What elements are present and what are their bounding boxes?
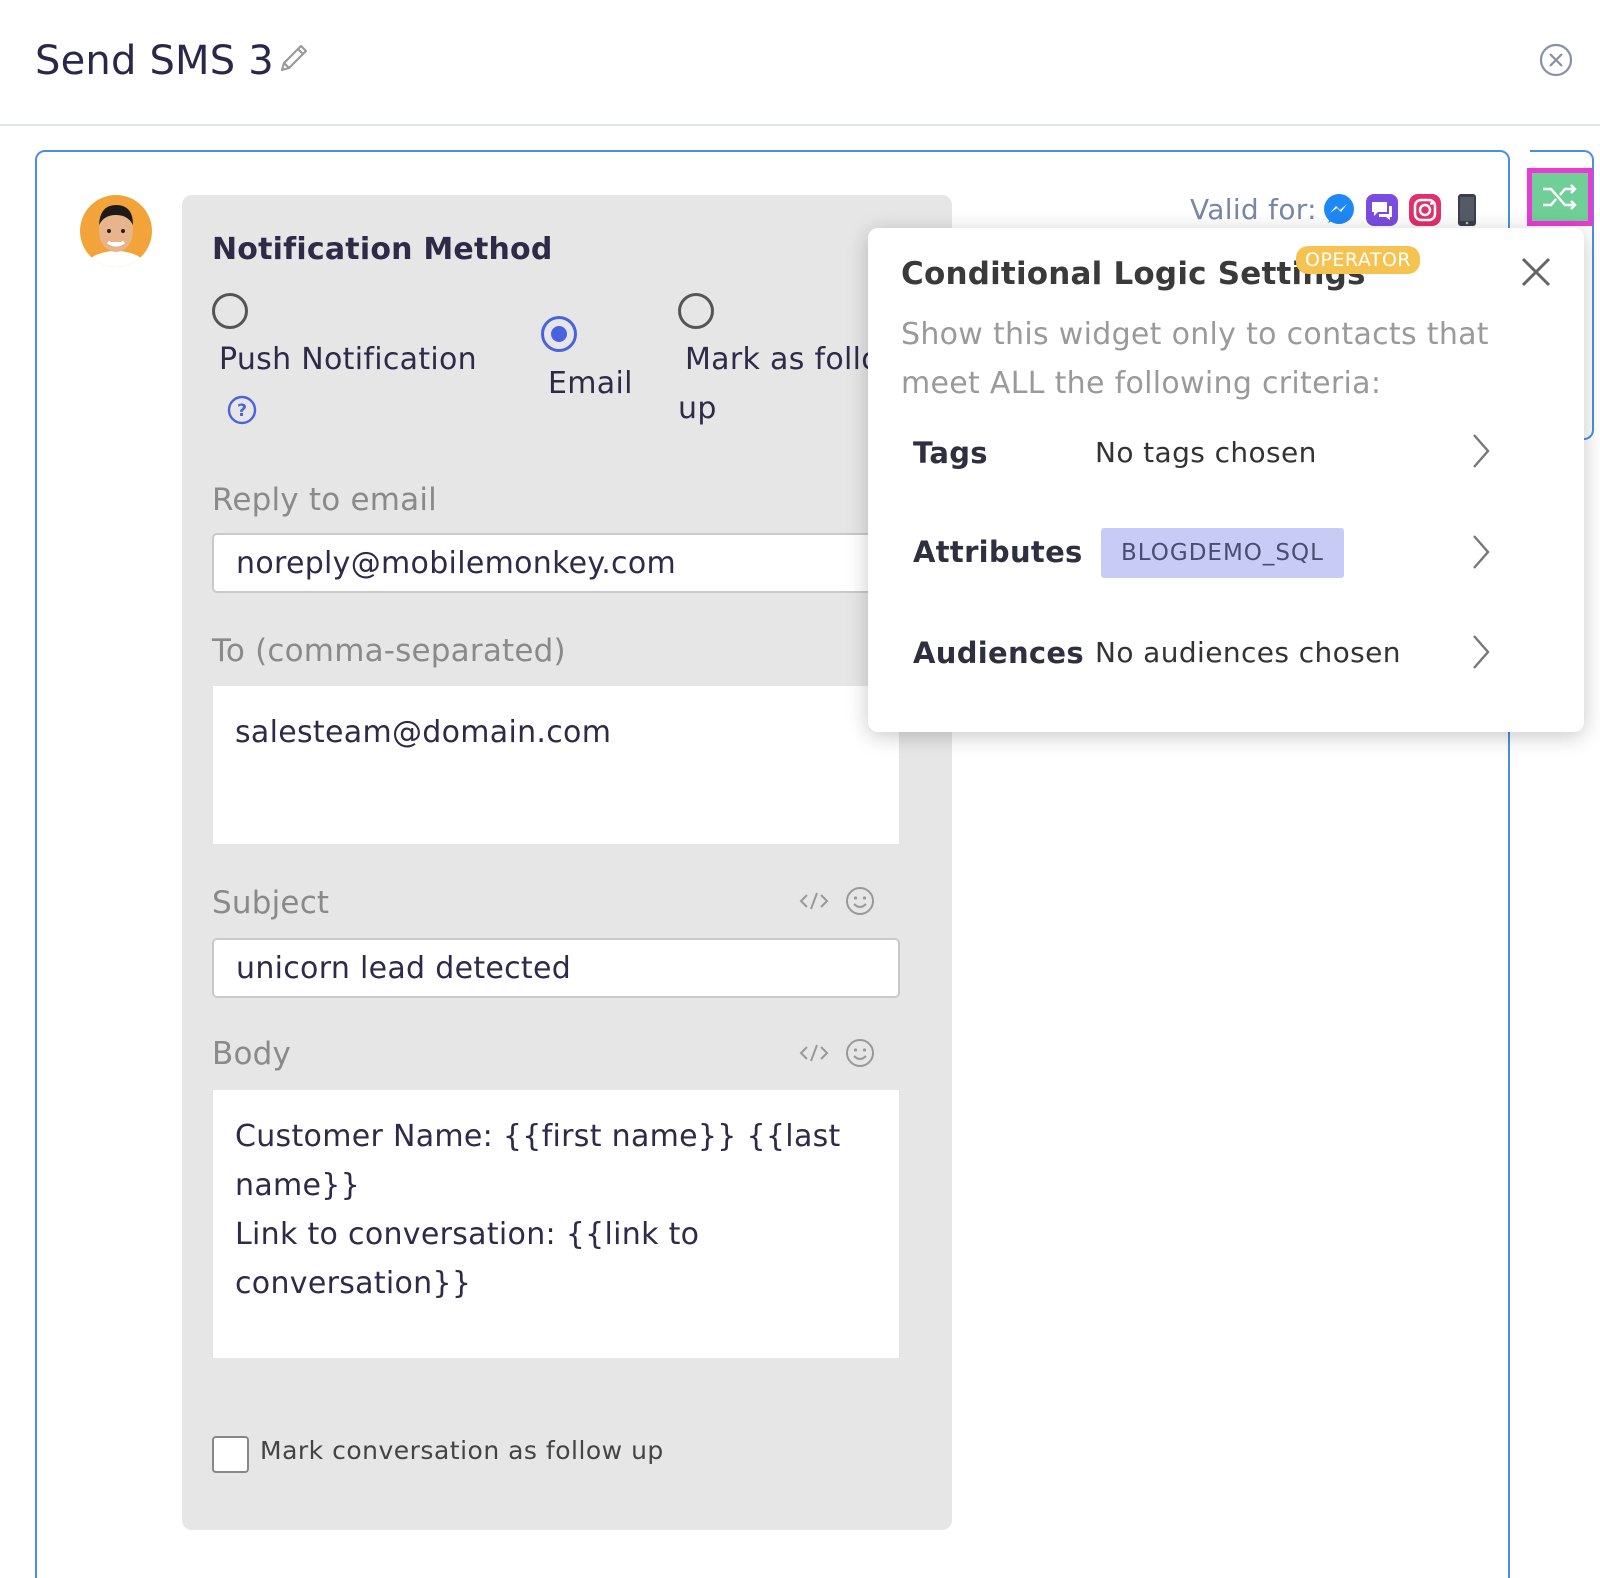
tags-value[interactable]: No tags chosen — [1095, 436, 1317, 469]
close-icon[interactable] — [1538, 42, 1574, 78]
body-line: conversation}} — [235, 1266, 472, 1301]
page-title: Send SMS 3 — [35, 38, 274, 84]
follow-up-checkbox[interactable] — [212, 1436, 249, 1473]
attributes-label: Attributes — [913, 535, 1083, 569]
messenger-icon — [1324, 194, 1354, 224]
popover-description: Show this widget only to contacts that m… — [901, 317, 1489, 401]
tags-label: Tags — [913, 436, 988, 470]
valid-for-label: Valid for: — [1190, 193, 1317, 226]
radio-label-mark-follow-up: Mark as follo — [685, 342, 880, 377]
attribute-chip[interactable]: BLOGDEMO_SQL — [1101, 528, 1344, 578]
conditional-logic-popover: Conditional Logic Settings OPERATOR Show… — [868, 228, 1584, 732]
follow-up-checkbox-label: Mark conversation as follow up — [260, 1436, 664, 1465]
emoji-icon[interactable] — [843, 884, 877, 918]
radio-email[interactable] — [541, 316, 577, 352]
body-line: Customer Name: {{first name}} {{last — [235, 1119, 841, 1154]
reply-to-email-input[interactable]: noreply@mobilemonkey.com — [212, 533, 900, 593]
close-icon[interactable] — [1518, 254, 1554, 290]
instagram-icon — [1409, 194, 1441, 226]
reply-to-label: Reply to email — [212, 482, 437, 518]
chat-icon — [1366, 194, 1398, 226]
to-label: To (comma-separated) — [212, 633, 566, 669]
radio-label-push: Push Notification — [219, 342, 477, 377]
operator-badge: OPERATOR — [1296, 246, 1421, 274]
radio-push-notification[interactable] — [212, 293, 248, 329]
audiences-label: Audiences — [913, 636, 1084, 670]
subject-input[interactable]: unicorn lead detected — [212, 938, 900, 998]
subject-label: Subject — [212, 885, 330, 921]
chevron-right-icon[interactable] — [1466, 532, 1494, 572]
body-label: Body — [212, 1036, 292, 1072]
help-icon[interactable]: ? — [226, 394, 258, 426]
body-input[interactable]: Customer Name: {{first name}} {{last nam… — [213, 1090, 899, 1358]
shuffle-icon — [1543, 184, 1577, 210]
code-icon[interactable] — [797, 884, 831, 918]
emoji-icon[interactable] — [843, 1036, 877, 1070]
radio-label-mark-follow-up-2: up — [678, 391, 717, 426]
pencil-icon[interactable] — [274, 40, 312, 78]
phone-icon — [1458, 194, 1476, 226]
conditional-logic-button[interactable] — [1527, 168, 1593, 226]
radio-mark-follow-up[interactable] — [678, 293, 714, 329]
code-icon[interactable] — [797, 1036, 831, 1070]
body-line: name}} — [235, 1168, 361, 1203]
avatar — [80, 195, 152, 267]
notification-method-title: Notification Method — [212, 232, 553, 267]
body-line: Link to conversation: {{link to — [235, 1217, 700, 1252]
modal-header: Send SMS 3 — [0, 0, 1600, 126]
chevron-right-icon[interactable] — [1466, 431, 1494, 471]
chevron-right-icon[interactable] — [1466, 632, 1494, 672]
radio-label-email: Email — [548, 366, 633, 401]
audiences-value[interactable]: No audiences chosen — [1095, 636, 1401, 669]
to-input[interactable]: salesteam@domain.com — [213, 686, 899, 844]
svg-text:?: ? — [237, 401, 247, 421]
